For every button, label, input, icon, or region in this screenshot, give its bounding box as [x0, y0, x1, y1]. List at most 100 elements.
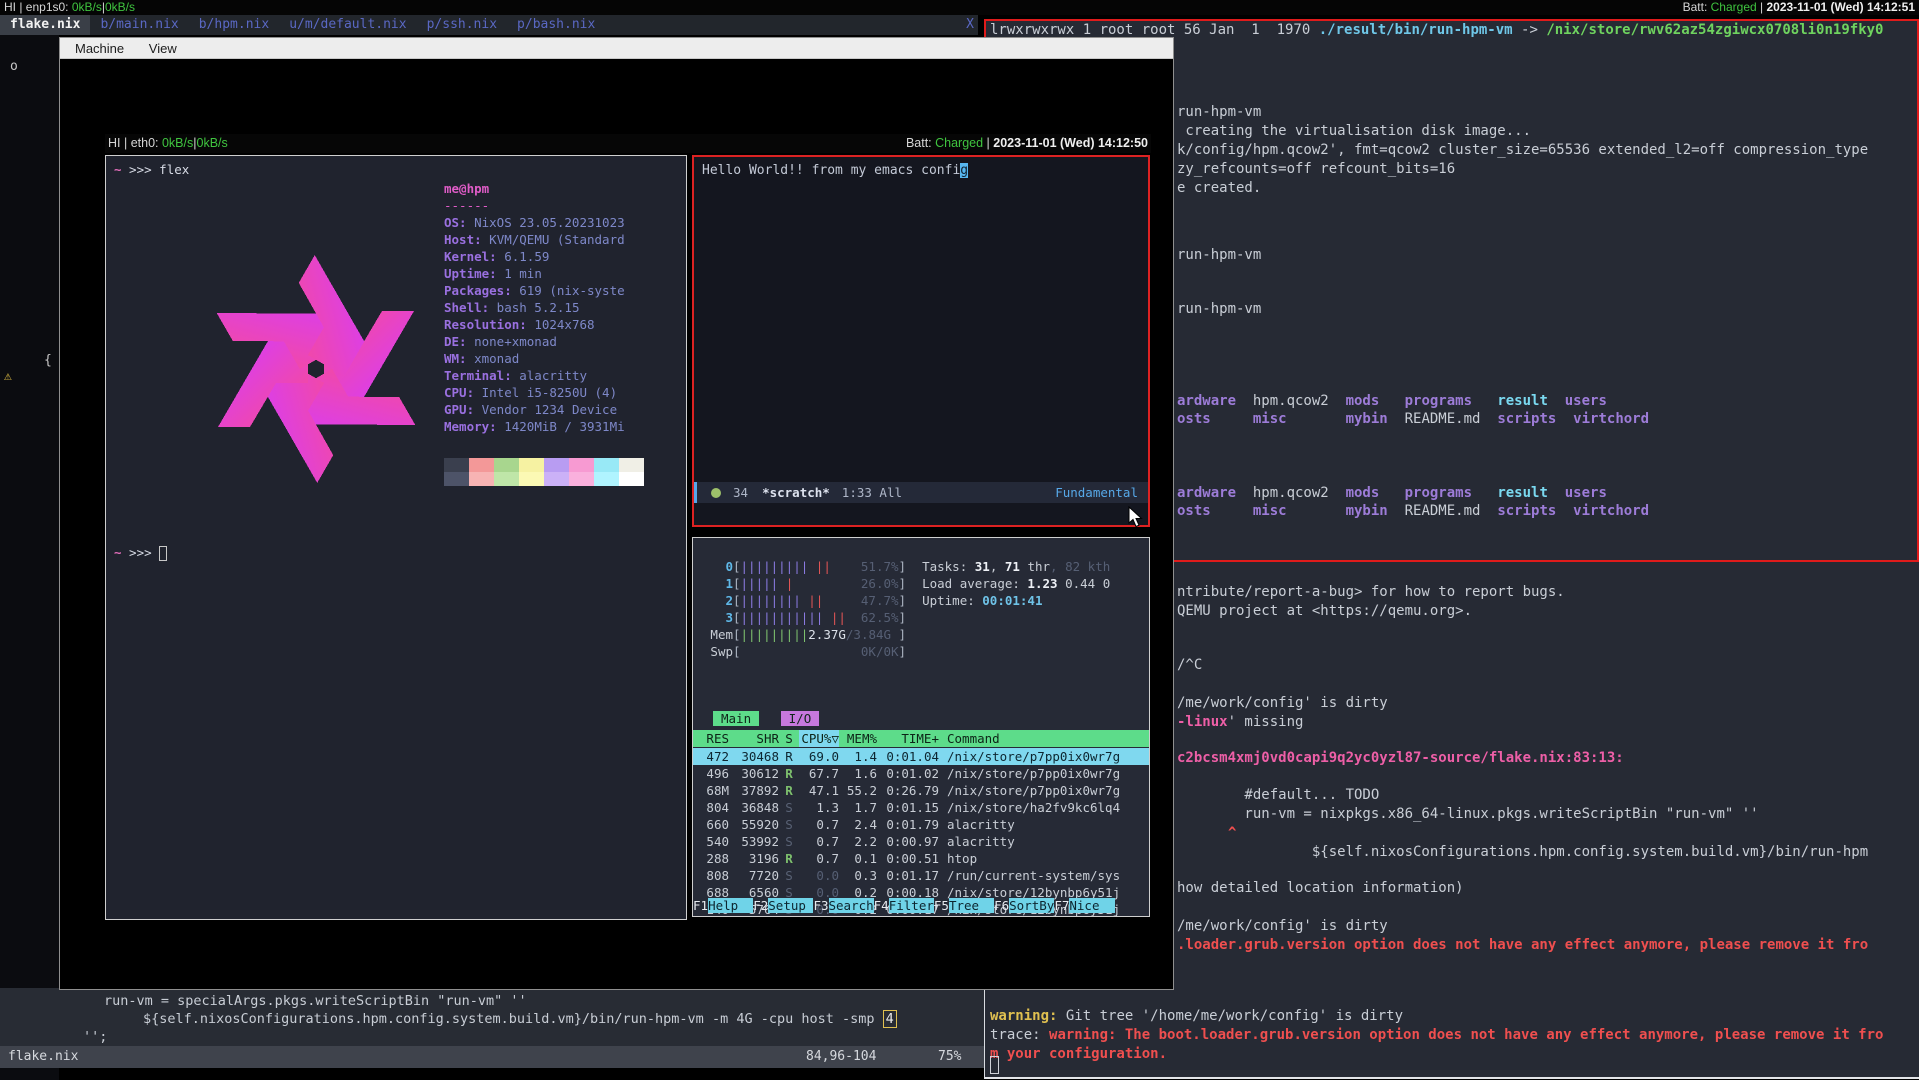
- build-output-line: creating the virtualisation disk image..…: [1177, 122, 1531, 141]
- load-average: Load average: 1.23 0.44 0: [922, 575, 1110, 592]
- modeline-filename: flake.nix: [8, 1046, 78, 1068]
- modeline-status-dot: [711, 488, 721, 498]
- file-listing-row: ardware hpm.qcow2 mods programs result u…: [1177, 484, 1607, 503]
- grub-warning-line: .loader.grub.version option does not hav…: [1177, 936, 1868, 955]
- vm-datetime: 2023-11-01 (Wed) 14:12:50: [993, 136, 1148, 150]
- info-line: how detailed location information): [1177, 879, 1464, 898]
- file-entry: users: [1565, 393, 1607, 409]
- editor-left-strip: o { ⚠: [0, 35, 59, 1080]
- palette-swatch: [619, 458, 644, 472]
- neofetch-row: WM: xmonad: [444, 350, 625, 367]
- file-entry: virtchord: [1573, 411, 1649, 427]
- neofetch-row: GPU: Vendor 1234 Device: [444, 401, 625, 418]
- cpu-meter-1: 1[||||| |26.0%]Load average: 1.23 0.44 0: [699, 575, 1110, 592]
- process-row[interactable]: 808 7720 S 0.0 0.3 0:01.17 /run/current-…: [693, 867, 1149, 884]
- process-row[interactable]: 660 55920 S 0.7 2.4 0:01.79 alacritty: [693, 816, 1149, 833]
- file-entry: result: [1497, 485, 1564, 501]
- terminal-palette-row1: [444, 458, 644, 472]
- qemu-msg-line: QEMU project at <https://qemu.org>.: [1177, 602, 1472, 621]
- file-entry: virtchord: [1573, 503, 1649, 519]
- htop-table-header[interactable]: RES SHR S CPU%▽ MEM% TIME+ Command: [693, 730, 1149, 747]
- modeline-percent: 75%: [938, 1046, 961, 1068]
- htop-tab-main[interactable]: Main: [713, 711, 759, 726]
- vm-terminal-window[interactable]: ~ >>> flex me@hpm ------: [105, 155, 687, 920]
- process-row[interactable]: 288 3196 R 0.7 0.1 0:00.51 htop: [693, 850, 1149, 867]
- function-key[interactable]: F3Search: [813, 897, 873, 914]
- process-row[interactable]: 540 53992 S 0.7 2.2 0:00.97 alacritty: [693, 833, 1149, 850]
- neofetch-info: OS: NixOS 23.05.20231023Host: KVM/QEMU (…: [444, 214, 625, 435]
- palette-swatch: [444, 458, 469, 472]
- palette-swatch: [594, 458, 619, 472]
- vm-rx-rate: 0kB/s: [162, 136, 193, 150]
- editor-tab[interactable]: p/ssh.nix: [417, 15, 507, 35]
- palette-swatch: [469, 458, 494, 472]
- process-row[interactable]: 496 30612 R 67.7 1.6 0:01.02 /nix/store/…: [693, 765, 1149, 782]
- function-key[interactable]: F2Setup: [753, 897, 813, 914]
- tab-flake-nix[interactable]: flake.nix: [0, 15, 90, 35]
- uptime: Uptime: 00:01:41: [922, 592, 1042, 609]
- emacs-buffer-text: Hello World!! from my emacs config: [702, 162, 968, 179]
- menu-view[interactable]: View: [143, 41, 183, 56]
- editor-tab[interactable]: u/m/default.nix: [279, 15, 416, 35]
- neofetch-row: Shell: bash 5.2.15: [444, 299, 625, 316]
- menu-machine[interactable]: Machine: [69, 41, 130, 56]
- editor-tab[interactable]: p/bash.nix: [507, 15, 605, 35]
- gutter-char-1: o: [10, 59, 18, 74]
- modeline-accent-bar: [694, 482, 697, 503]
- build-output-line: k/config/hpm.qcow2', fmt=qcow2 cluster_s…: [1177, 141, 1868, 160]
- code-context-line: ${self.nixosConfigurations.hpm.config.sy…: [1177, 843, 1868, 862]
- editor-tab-bar: flake.nix b/main.nixb/hpm.nixu/m/default…: [0, 15, 978, 35]
- vm-emacs-window[interactable]: Hello World!! from my emacs config 34 *s…: [692, 155, 1150, 527]
- vm-htop-window[interactable]: 0[||||||||| ||51.7%]Tasks: 31, 71 thr, 8…: [692, 537, 1150, 917]
- file-entry: README.md: [1405, 411, 1498, 427]
- process-row[interactable]: 472 30468 R 69.0 1.4 0:01.04 /nix/store/…: [693, 748, 1149, 765]
- git-dirty-line: /me/work/config' is dirty: [1177, 694, 1388, 713]
- close-icon[interactable]: X: [966, 15, 974, 35]
- function-key[interactable]: F4Filter: [874, 897, 934, 914]
- file-entry: ardware: [1177, 485, 1253, 501]
- qemu-vm-window[interactable]: Machine View HI | eth0: 0kB/s|0kB/s Batt…: [59, 37, 1174, 990]
- vm-battery-status: Charged: [935, 136, 983, 150]
- palette-swatch: [519, 458, 544, 472]
- code-line: ${self.nixosConfigurations.hpm.config.sy…: [143, 1010, 897, 1028]
- error-caret: ^: [1228, 824, 1236, 843]
- warning-line: warning: Git tree '/home/me/work/config'…: [990, 1007, 1403, 1026]
- htop-tab-io[interactable]: I/O: [781, 711, 820, 726]
- function-key[interactable]: F6SortBy: [994, 897, 1054, 914]
- sort-column-cpu: CPU%▽: [799, 730, 839, 747]
- function-key[interactable]: F5Tree: [934, 897, 994, 914]
- neofetch-user-host: me@hpm: [444, 180, 489, 197]
- editor-tab[interactable]: b/hpm.nix: [189, 15, 279, 35]
- file-listing-row: osts misc mybin README.md scripts virtch…: [1177, 502, 1649, 521]
- battery-status: Charged: [1711, 0, 1757, 14]
- cpu-meter-0: 0[||||||||| ||51.7%]Tasks: 31, 71 thr, 8…: [699, 558, 1110, 575]
- function-key[interactable]: F7Nice: [1054, 897, 1114, 914]
- bracket-match-highlight: 4: [883, 1010, 897, 1028]
- qemu-msg-line: ntribute/report-a-bug> for how to report…: [1177, 583, 1565, 602]
- palette-swatch: [569, 458, 594, 472]
- code-line: '';: [83, 1028, 107, 1046]
- palette-swatch: [544, 472, 569, 486]
- process-row[interactable]: 804 36848 S 1.3 1.7 0:01.15 /nix/store/h…: [693, 799, 1149, 816]
- file-entry: mybin: [1346, 411, 1405, 427]
- neofetch-row: Uptime: 1 min: [444, 265, 625, 282]
- function-key[interactable]: F1Help: [693, 897, 753, 914]
- modeline-position: 84,96-104: [806, 1046, 876, 1068]
- interrupt-line: /^C: [1177, 656, 1202, 675]
- file-entry: osts: [1177, 411, 1253, 427]
- file-entry: osts: [1177, 503, 1253, 519]
- process-row[interactable]: 68M 37892 R 47.1 55.2 0:26.79 /nix/store…: [693, 782, 1149, 799]
- file-entry: result: [1497, 393, 1564, 409]
- neofetch-row: Host: KVM/QEMU (Standard: [444, 231, 625, 248]
- file-entry: ardware: [1177, 393, 1253, 409]
- palette-swatch: [594, 472, 619, 486]
- modeline-buffer-name: *scratch*: [762, 482, 830, 503]
- neofetch-row: CPU: Intel i5-8250U (4): [444, 384, 625, 401]
- neofetch-row: Memory: 1420MiB / 3931Mi: [444, 418, 625, 435]
- file-listing-row: osts misc mybin README.md scripts virtch…: [1177, 410, 1649, 429]
- warning-icon: ⚠: [4, 369, 12, 384]
- file-entry: mods: [1346, 485, 1405, 501]
- file-entry: scripts: [1497, 503, 1573, 519]
- file-entry: misc: [1253, 503, 1346, 519]
- editor-tab[interactable]: b/main.nix: [90, 15, 188, 35]
